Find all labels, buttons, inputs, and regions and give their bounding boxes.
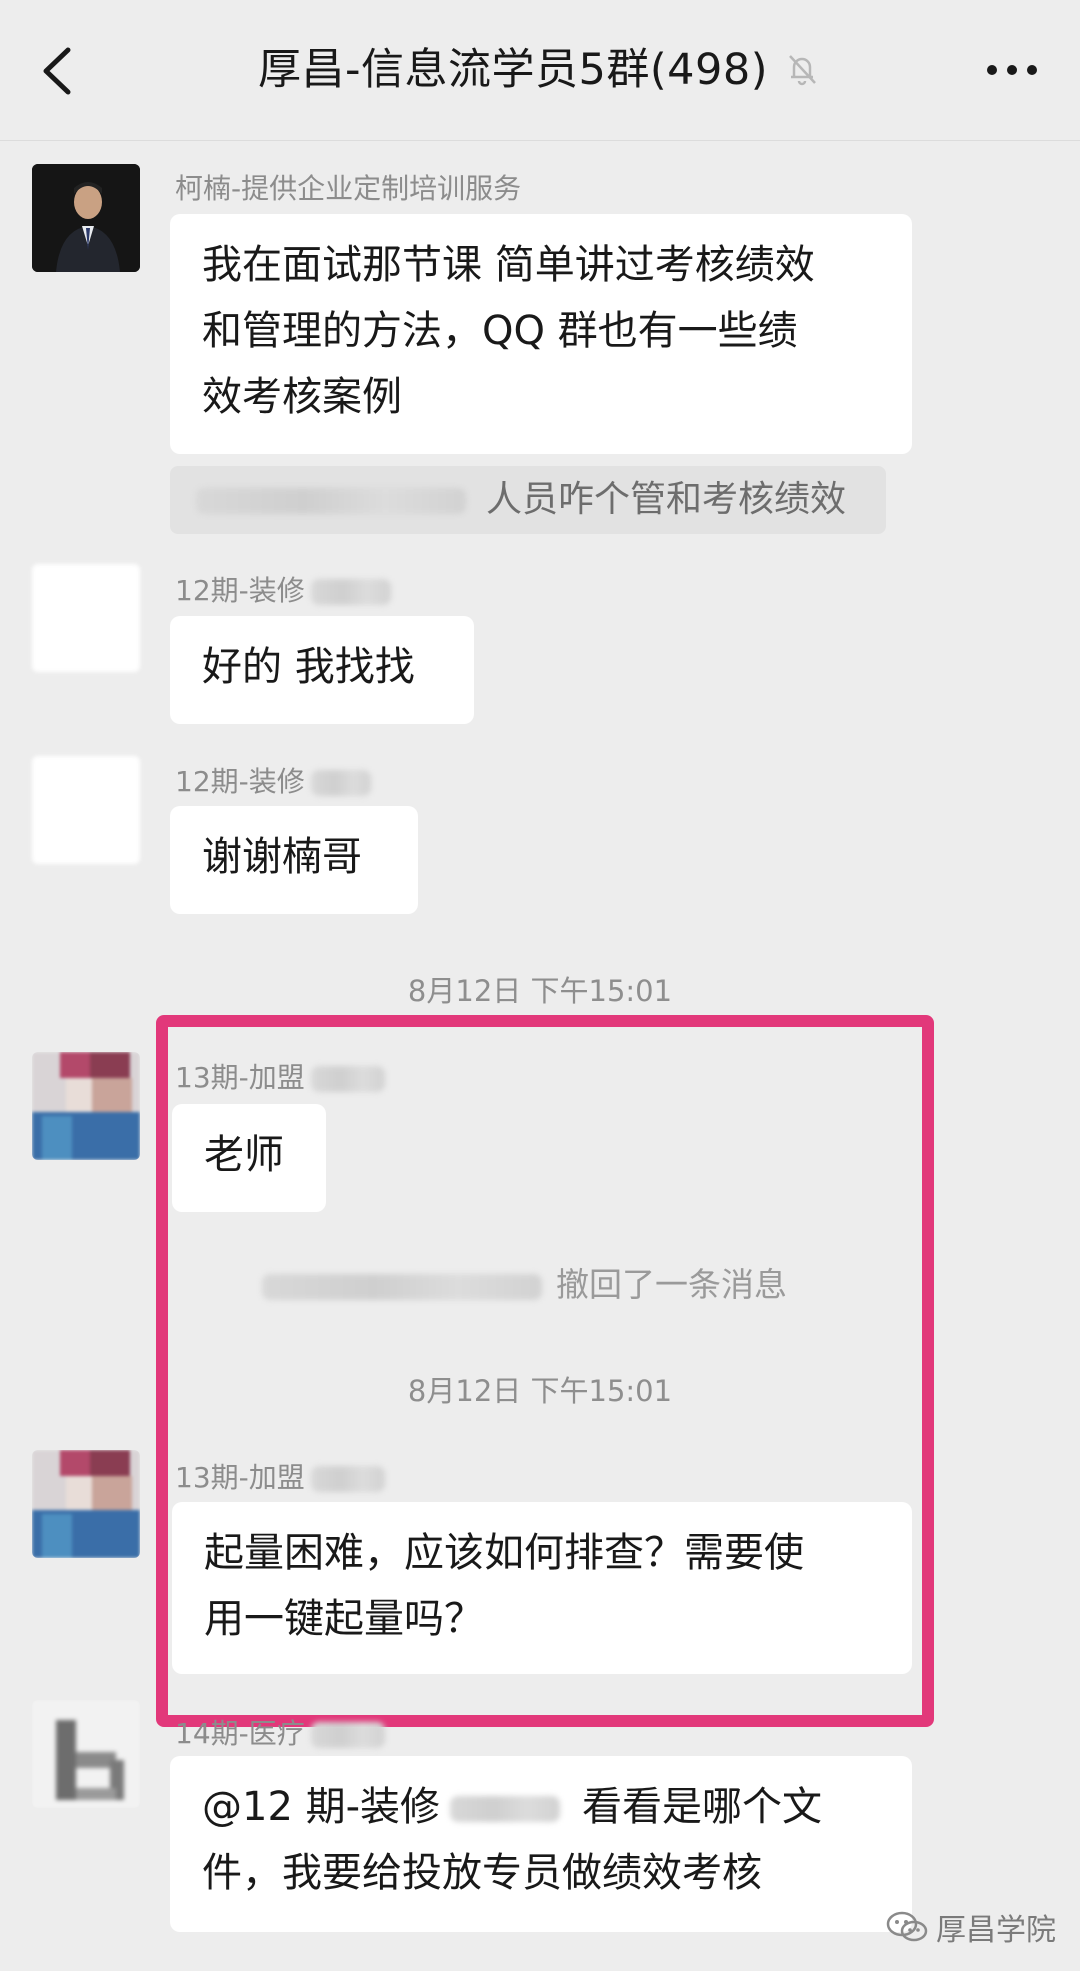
- blurred-name: [310, 579, 391, 605]
- highlight-box: [156, 1015, 934, 1727]
- wechat-icon: [886, 1911, 928, 1942]
- message-line: 我在面试那节课 简单讲过考核绩效: [202, 242, 815, 288]
- avatar[interactable]: [32, 1700, 140, 1808]
- quoted-text: 人员咋个管和考核绩效: [486, 479, 847, 520]
- message-bubble[interactable]: 我在面试那节课 简单讲过考核绩效 和管理的方法，QQ 群也有一些绩 效考核案例: [170, 214, 912, 454]
- blurred-name: [196, 488, 466, 514]
- avatar[interactable]: [32, 1450, 140, 1558]
- blurred-name: [450, 1796, 561, 1822]
- message-text: 好的 我找找: [202, 644, 415, 690]
- avatar[interactable]: [32, 164, 140, 272]
- message-bubble[interactable]: 好的 我找找: [170, 616, 474, 724]
- blurred-name: [310, 770, 371, 796]
- avatar[interactable]: [32, 756, 140, 864]
- avatar[interactable]: [32, 564, 140, 672]
- bell-off-icon: [789, 54, 816, 85]
- message-bubble[interactable]: @12 期-装修 看看是哪个文 件，我要给投放专员做绩效考核: [170, 1756, 912, 1932]
- message-bubble[interactable]: 谢谢楠哥: [170, 806, 418, 914]
- watermark: 厚昌学院: [886, 1905, 1056, 1949]
- timestamp: 8月12日 下午15:01: [407, 974, 673, 1008]
- avatar[interactable]: [32, 1052, 140, 1160]
- message-line: 效考核案例: [202, 374, 402, 420]
- quoted-reply[interactable]: 人员咋个管和考核绩效: [170, 466, 886, 534]
- watermark-text: 厚昌学院: [936, 1913, 1056, 1948]
- sender-name: 12期-装修: [175, 764, 371, 800]
- chat-title: 厚昌-信息流学员5群(498): [0, 40, 1080, 100]
- blurred-name: [310, 1722, 385, 1748]
- sender-name: 12期-装修: [175, 573, 391, 609]
- message-line: 和管理的方法，QQ 群也有一些绩: [202, 308, 798, 354]
- chat-title-text: 厚昌-信息流学员5群(498): [258, 45, 768, 95]
- message-text: 谢谢楠哥: [202, 834, 362, 880]
- sender-name: 14期-医疗: [175, 1716, 385, 1752]
- more-dots-icon[interactable]: [984, 58, 1040, 82]
- message-line: @12 期-装修 看看是哪个文: [202, 1784, 823, 1830]
- message-line: 件，我要给投放专员做绩效考核: [202, 1850, 762, 1896]
- sender-name: 柯楠-提供企业定制培训服务: [175, 172, 522, 205]
- chat-header: 厚昌-信息流学员5群(498): [0, 0, 1080, 141]
